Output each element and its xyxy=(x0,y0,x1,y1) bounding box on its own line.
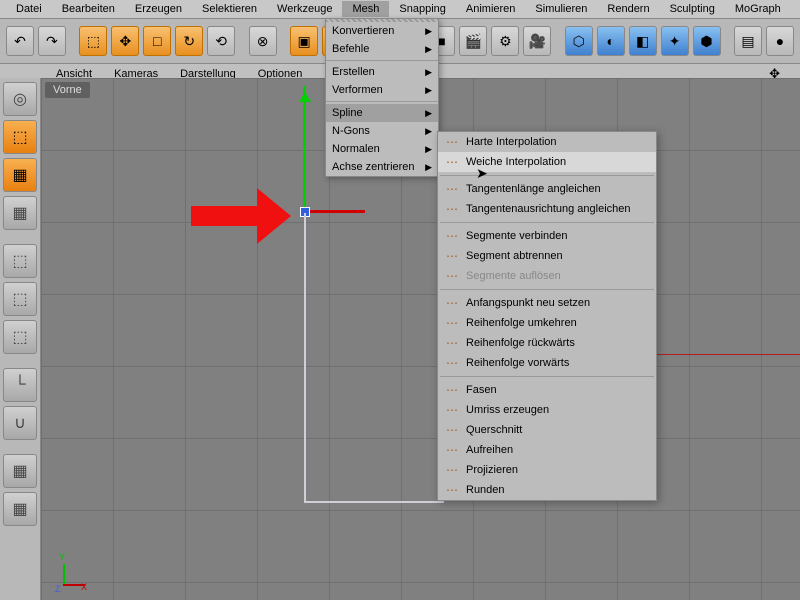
gizmo-y-axis[interactable] xyxy=(303,86,306,214)
toolbar-button[interactable]: ◐ xyxy=(597,26,625,56)
submenu-item[interactable]: ⋯Reihenfolge umkehren xyxy=(438,313,656,333)
view-label: Vorne xyxy=(45,82,90,98)
submenu-item[interactable]: ⋯Projizieren xyxy=(438,460,656,480)
menu-item-icon: ⋯ xyxy=(444,335,460,351)
menu-item-icon: ⋯ xyxy=(444,181,460,197)
toolbar-button[interactable]: ▤ xyxy=(734,26,762,56)
submenu-item[interactable]: ⋯Segmente verbinden xyxy=(438,226,656,246)
mode-button[interactable]: ◎ xyxy=(3,82,37,116)
menu-item[interactable]: Achse zentrieren▶ xyxy=(326,158,438,176)
toolbar-button[interactable]: ⬚ xyxy=(79,26,107,56)
submenu-item[interactable]: ⋯Anfangspunkt neu setzen xyxy=(438,293,656,313)
toolbar-button[interactable]: ✥ xyxy=(111,26,139,56)
menu-charak[interactable]: Charak xyxy=(791,1,800,17)
menu-bearbeiten[interactable]: Bearbeiten xyxy=(52,1,125,17)
menu-animieren[interactable]: Animieren xyxy=(456,1,526,17)
menubar: DateiBearbeitenErzeugenSelektierenWerkze… xyxy=(0,0,800,19)
axis-indicator: Y X Z xyxy=(45,556,85,596)
menu-item-icon: ⋯ xyxy=(444,442,460,458)
menu-werkzeuge[interactable]: Werkzeuge xyxy=(267,1,342,17)
menu-item-icon: ⋯ xyxy=(444,268,460,284)
left-toolbar: ◎ ⬚ ▦ ▦ ⬚ ⬚ ⬚ └ ∪ ▦ ▦ xyxy=(0,78,41,600)
spline-segment[interactable] xyxy=(304,501,444,503)
submenu-item[interactable]: ⋯Reihenfolge vorwärts xyxy=(438,353,656,373)
spline-segment[interactable] xyxy=(304,213,306,503)
menu-item-icon: ⋯ xyxy=(444,355,460,371)
mode-button[interactable]: ▦ xyxy=(3,196,37,230)
toolbar-button[interactable]: 🎥 xyxy=(523,26,551,56)
menu-sculpting[interactable]: Sculpting xyxy=(660,1,725,17)
submenu-item[interactable]: ⋯Runden xyxy=(438,480,656,500)
toolbar-button[interactable]: ▣ xyxy=(290,26,318,56)
submenu-item[interactable]: ⋯Umriss erzeugen xyxy=(438,400,656,420)
menu-item-icon: ⋯ xyxy=(444,402,460,418)
menu-selektieren[interactable]: Selektieren xyxy=(192,1,267,17)
mode-button[interactable]: ⬚ xyxy=(3,120,37,154)
submenu-item[interactable]: ⋯Tangentenausrichtung angleichen xyxy=(438,199,656,219)
toolbar-button[interactable]: ⚙ xyxy=(491,26,519,56)
menu-item-icon: ⋯ xyxy=(444,462,460,478)
mode-button[interactable]: ⬚ xyxy=(3,282,37,316)
submenu-item[interactable]: ⋯Reihenfolge rückwärts xyxy=(438,333,656,353)
menu-item-icon: ⋯ xyxy=(444,248,460,264)
submenu-item[interactable]: ⋯Segment abtrennen xyxy=(438,246,656,266)
submenu-item: ⋯Segmente auflösen xyxy=(438,266,656,286)
menu-item[interactable]: Befehle▶ xyxy=(326,40,438,58)
menu-item[interactable]: Erstellen▶ xyxy=(326,63,438,81)
mode-button[interactable]: ⬚ xyxy=(3,244,37,278)
menu-item[interactable]: Verformen▶ xyxy=(326,81,438,99)
mode-button[interactable]: ▦ xyxy=(3,454,37,488)
menu-item-icon: ⋯ xyxy=(444,295,460,311)
toolbar-button[interactable]: ⬡ xyxy=(565,26,593,56)
spline-submenu[interactable]: ⋯Harte Interpolation⋯Weiche Interpolatio… xyxy=(437,131,657,501)
menu-rendern[interactable]: Rendern xyxy=(597,1,659,17)
menu-simulieren[interactable]: Simulieren xyxy=(525,1,597,17)
mode-button[interactable]: ⬚ xyxy=(3,320,37,354)
toolbar-button[interactable]: ⊗ xyxy=(249,26,277,56)
gizmo-x-axis[interactable] xyxy=(305,210,365,213)
menu-item-icon: ⋯ xyxy=(444,422,460,438)
menu-item-icon: ⋯ xyxy=(444,382,460,398)
menu-item-icon: ⋯ xyxy=(444,228,460,244)
menu-item-icon: ⋯ xyxy=(444,482,460,498)
submenu-item[interactable]: ⋯Querschnitt xyxy=(438,420,656,440)
menu-datei[interactable]: Datei xyxy=(6,1,52,17)
menu-item-icon: ⋯ xyxy=(444,154,460,170)
toolbar-button[interactable]: ↻ xyxy=(175,26,203,56)
submenu-item[interactable]: ⋯Aufreihen xyxy=(438,440,656,460)
toolbar-button[interactable]: ● xyxy=(766,26,794,56)
menu-mesh[interactable]: Mesh xyxy=(342,1,389,17)
toolbar-button[interactable]: 🎬 xyxy=(459,26,487,56)
toolbar-button[interactable]: ◧ xyxy=(629,26,657,56)
mode-button[interactable]: ∪ xyxy=(3,406,37,440)
mode-button[interactable]: ▦ xyxy=(3,492,37,526)
menu-mograph[interactable]: MoGraph xyxy=(725,1,791,17)
submenu-item[interactable]: ⋯Fasen xyxy=(438,380,656,400)
submenu-item[interactable]: ⋯Harte Interpolation xyxy=(438,132,656,152)
menu-item-icon: ⋯ xyxy=(444,134,460,150)
toolbar-button[interactable]: ↶ xyxy=(6,26,34,56)
menu-item-icon: ⋯ xyxy=(444,201,460,217)
menu-snapping[interactable]: Snapping xyxy=(389,1,456,17)
menu-item[interactable]: Normalen▶ xyxy=(326,140,438,158)
toolbar-button[interactable]: ⟲ xyxy=(207,26,235,56)
mode-button[interactable]: ▦ xyxy=(3,158,37,192)
mode-button[interactable]: └ xyxy=(3,368,37,402)
x-axis-line xyxy=(641,354,800,355)
mesh-menu-dropdown[interactable]: Konvertieren▶Befehle▶ Erstellen▶Verformen… xyxy=(325,18,439,177)
menu-item[interactable]: N-Gons▶ xyxy=(326,122,438,140)
toolbar-button[interactable]: ✦ xyxy=(661,26,689,56)
menu-item-icon: ⋯ xyxy=(444,315,460,331)
menu-item[interactable]: Konvertieren▶ xyxy=(326,22,438,40)
menu-erzeugen[interactable]: Erzeugen xyxy=(125,1,192,17)
submenu-item[interactable]: ⋯Weiche Interpolation xyxy=(438,152,656,172)
toolbar-button[interactable]: ↷ xyxy=(38,26,66,56)
toolbar-button[interactable]: ⬢ xyxy=(693,26,721,56)
toolbar-button[interactable]: □ xyxy=(143,26,171,56)
menu-item[interactable]: Spline▶ xyxy=(326,104,438,122)
submenu-item[interactable]: ⋯Tangentenlänge angleichen xyxy=(438,179,656,199)
